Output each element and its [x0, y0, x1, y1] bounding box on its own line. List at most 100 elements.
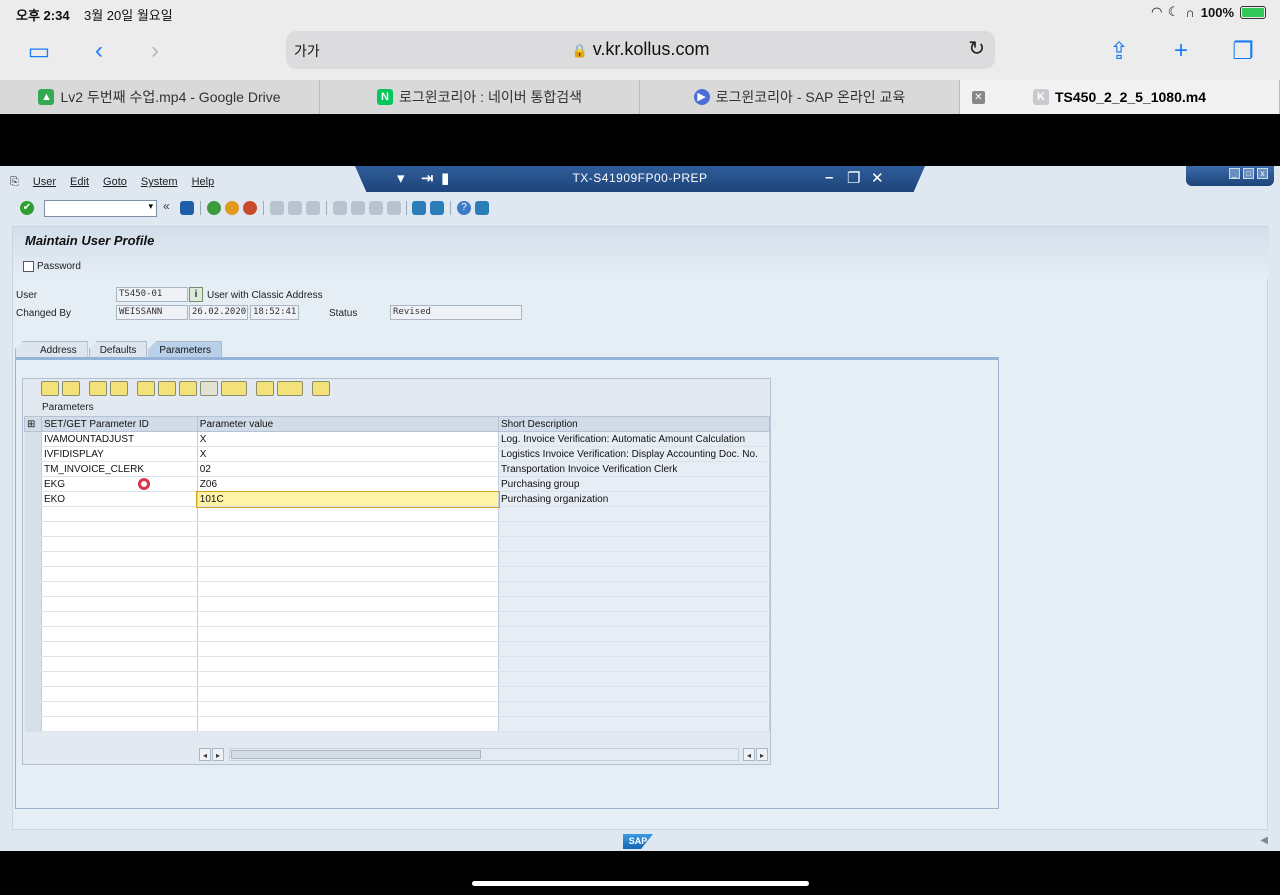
parameter-id-cell[interactable] — [41, 521, 198, 537]
parameter-id-cell[interactable]: EKO — [41, 491, 198, 507]
share-icon[interactable]: ⇪ — [1102, 36, 1136, 66]
copy-icon[interactable] — [89, 381, 107, 396]
select-all-icon[interactable]: ⊞ — [24, 416, 42, 432]
parameter-id-cell[interactable] — [41, 671, 198, 687]
parameter-value-cell[interactable] — [197, 686, 500, 702]
refresh-icon[interactable] — [62, 381, 80, 396]
parameter-id-cell[interactable] — [41, 581, 198, 597]
table-row[interactable] — [24, 716, 770, 732]
minimize-icon[interactable]: – — [825, 169, 833, 186]
table-row[interactable] — [24, 566, 770, 582]
browser-tab-active[interactable]: ✕ K TS450_2_2_5_1080.m4 — [960, 80, 1280, 114]
parameter-value-cell[interactable] — [197, 551, 500, 567]
parameter-id-cell[interactable] — [41, 536, 198, 552]
table-row[interactable]: EKG Z06 Purchasing group — [24, 476, 770, 492]
previous-page-icon[interactable] — [351, 201, 365, 215]
table-row[interactable]: TM_INVOICE_CLERK 02 Transportation Invoice… — [24, 461, 770, 477]
table-row[interactable] — [24, 521, 770, 537]
row-selector[interactable] — [24, 671, 42, 687]
table-row[interactable] — [24, 536, 770, 552]
parameter-id-cell[interactable] — [41, 641, 198, 657]
menu-edit[interactable]: Edit — [70, 176, 89, 189]
row-selector[interactable] — [24, 551, 42, 567]
new-session-icon[interactable] — [412, 201, 426, 215]
row-selector[interactable] — [24, 461, 42, 477]
parameter-value-cell[interactable]: Z06 — [197, 476, 500, 492]
parameter-value-cell[interactable]: 02 — [197, 461, 500, 477]
home-indicator[interactable] — [472, 881, 809, 886]
table-row[interactable] — [24, 671, 770, 687]
row-selector[interactable] — [24, 536, 42, 552]
parameter-value-cell[interactable]: X — [197, 431, 500, 447]
row-selector[interactable] — [24, 566, 42, 582]
row-selector[interactable] — [24, 686, 42, 702]
parameter-id-cell[interactable] — [41, 551, 198, 567]
parameter-value-cell[interactable] — [197, 566, 500, 582]
row-selector[interactable] — [24, 581, 42, 597]
row-selector[interactable] — [24, 476, 42, 492]
parameter-value-cell[interactable] — [197, 536, 500, 552]
parameter-id-cell[interactable] — [41, 686, 198, 702]
new-tab-icon[interactable]: + — [1164, 36, 1198, 66]
layout-icon[interactable] — [277, 381, 303, 396]
shortcut-icon[interactable] — [430, 201, 444, 215]
table-row[interactable] — [24, 506, 770, 522]
parameter-id-cell[interactable] — [41, 716, 198, 732]
cancel-icon[interactable] — [243, 201, 257, 215]
column-header[interactable]: Parameter value — [196, 416, 500, 432]
parameter-id-cell[interactable] — [41, 566, 198, 582]
last-page-icon[interactable] — [387, 201, 401, 215]
horizontal-scrollbar[interactable]: ◂ ▸ ◂ ▸ — [199, 748, 769, 761]
table-row[interactable] — [24, 701, 770, 717]
parameter-value-cell[interactable]: X — [197, 446, 500, 462]
parameter-id-cell[interactable] — [41, 611, 198, 627]
back-icon[interactable]: ‹ — [82, 36, 116, 66]
find-next-icon[interactable] — [306, 201, 320, 215]
command-field[interactable]: ▾ — [44, 200, 157, 217]
filter-icon[interactable] — [221, 381, 247, 396]
row-selector[interactable] — [24, 431, 42, 447]
help-icon[interactable]: ? — [457, 201, 471, 215]
parameter-value-cell[interactable] — [197, 596, 500, 612]
enter-check-icon[interactable]: ✔ — [20, 201, 34, 215]
row-selector[interactable] — [24, 626, 42, 642]
parameter-id-cell[interactable]: EKG — [41, 476, 198, 492]
status-bar-toggle-icon[interactable]: ◀ — [1260, 835, 1268, 846]
close-window-icon[interactable]: x — [1257, 168, 1268, 179]
row-selector[interactable] — [24, 491, 42, 507]
forward-icon[interactable]: › — [138, 36, 172, 66]
column-header[interactable]: Short Description — [498, 416, 770, 432]
restore-icon[interactable]: ❐ — [847, 169, 860, 187]
sort-descending-icon[interactable] — [158, 381, 176, 396]
parameter-id-cell[interactable]: IVFIDISPLAY — [41, 446, 198, 462]
parameter-id-cell[interactable] — [41, 656, 198, 672]
menu-system[interactable]: System — [141, 176, 178, 189]
sort-ascending-icon[interactable] — [137, 381, 155, 396]
parameter-value-cell[interactable] — [197, 716, 500, 732]
table-row[interactable]: IVAMOUNTADJUST X Log. Invoice Verification… — [24, 431, 770, 447]
scroll-right-end-icon[interactable]: ▸ — [756, 748, 768, 761]
scroll-track[interactable] — [229, 748, 739, 761]
browser-tab[interactable]: ▲ Lv2 두번째 수업.mp4 - Google Drive — [0, 80, 320, 114]
column-header[interactable]: SET/GET Parameter ID — [40, 416, 198, 432]
address-bar[interactable]: 가가 🔒 v.kr.kollus.com ↻ — [286, 31, 995, 69]
menu-help[interactable]: Help — [192, 176, 215, 189]
row-selector[interactable] — [24, 446, 42, 462]
first-page-icon[interactable] — [333, 201, 347, 215]
minimize-window-icon[interactable]: _ — [1229, 168, 1240, 179]
print-grid-icon[interactable] — [256, 381, 274, 396]
find-next-grid-icon[interactable] — [200, 381, 218, 396]
close-icon[interactable]: ✕ — [871, 169, 884, 187]
close-tab-icon[interactable]: ✕ — [972, 91, 985, 104]
menu-user[interactable]: User — [33, 176, 56, 189]
parameter-value-cell[interactable] — [197, 656, 500, 672]
table-row[interactable] — [24, 641, 770, 657]
customize-layout-icon[interactable] — [475, 201, 489, 215]
row-selector[interactable] — [24, 656, 42, 672]
parameter-id-cell[interactable] — [41, 701, 198, 717]
row-selector[interactable] — [24, 716, 42, 732]
reload-icon[interactable]: ↻ — [968, 36, 985, 61]
back-green-icon[interactable] — [207, 201, 221, 215]
browser-tab[interactable]: ▶ 로그윈코리아 - SAP 온라인 교육 — [640, 80, 960, 114]
row-selector[interactable] — [24, 611, 42, 627]
